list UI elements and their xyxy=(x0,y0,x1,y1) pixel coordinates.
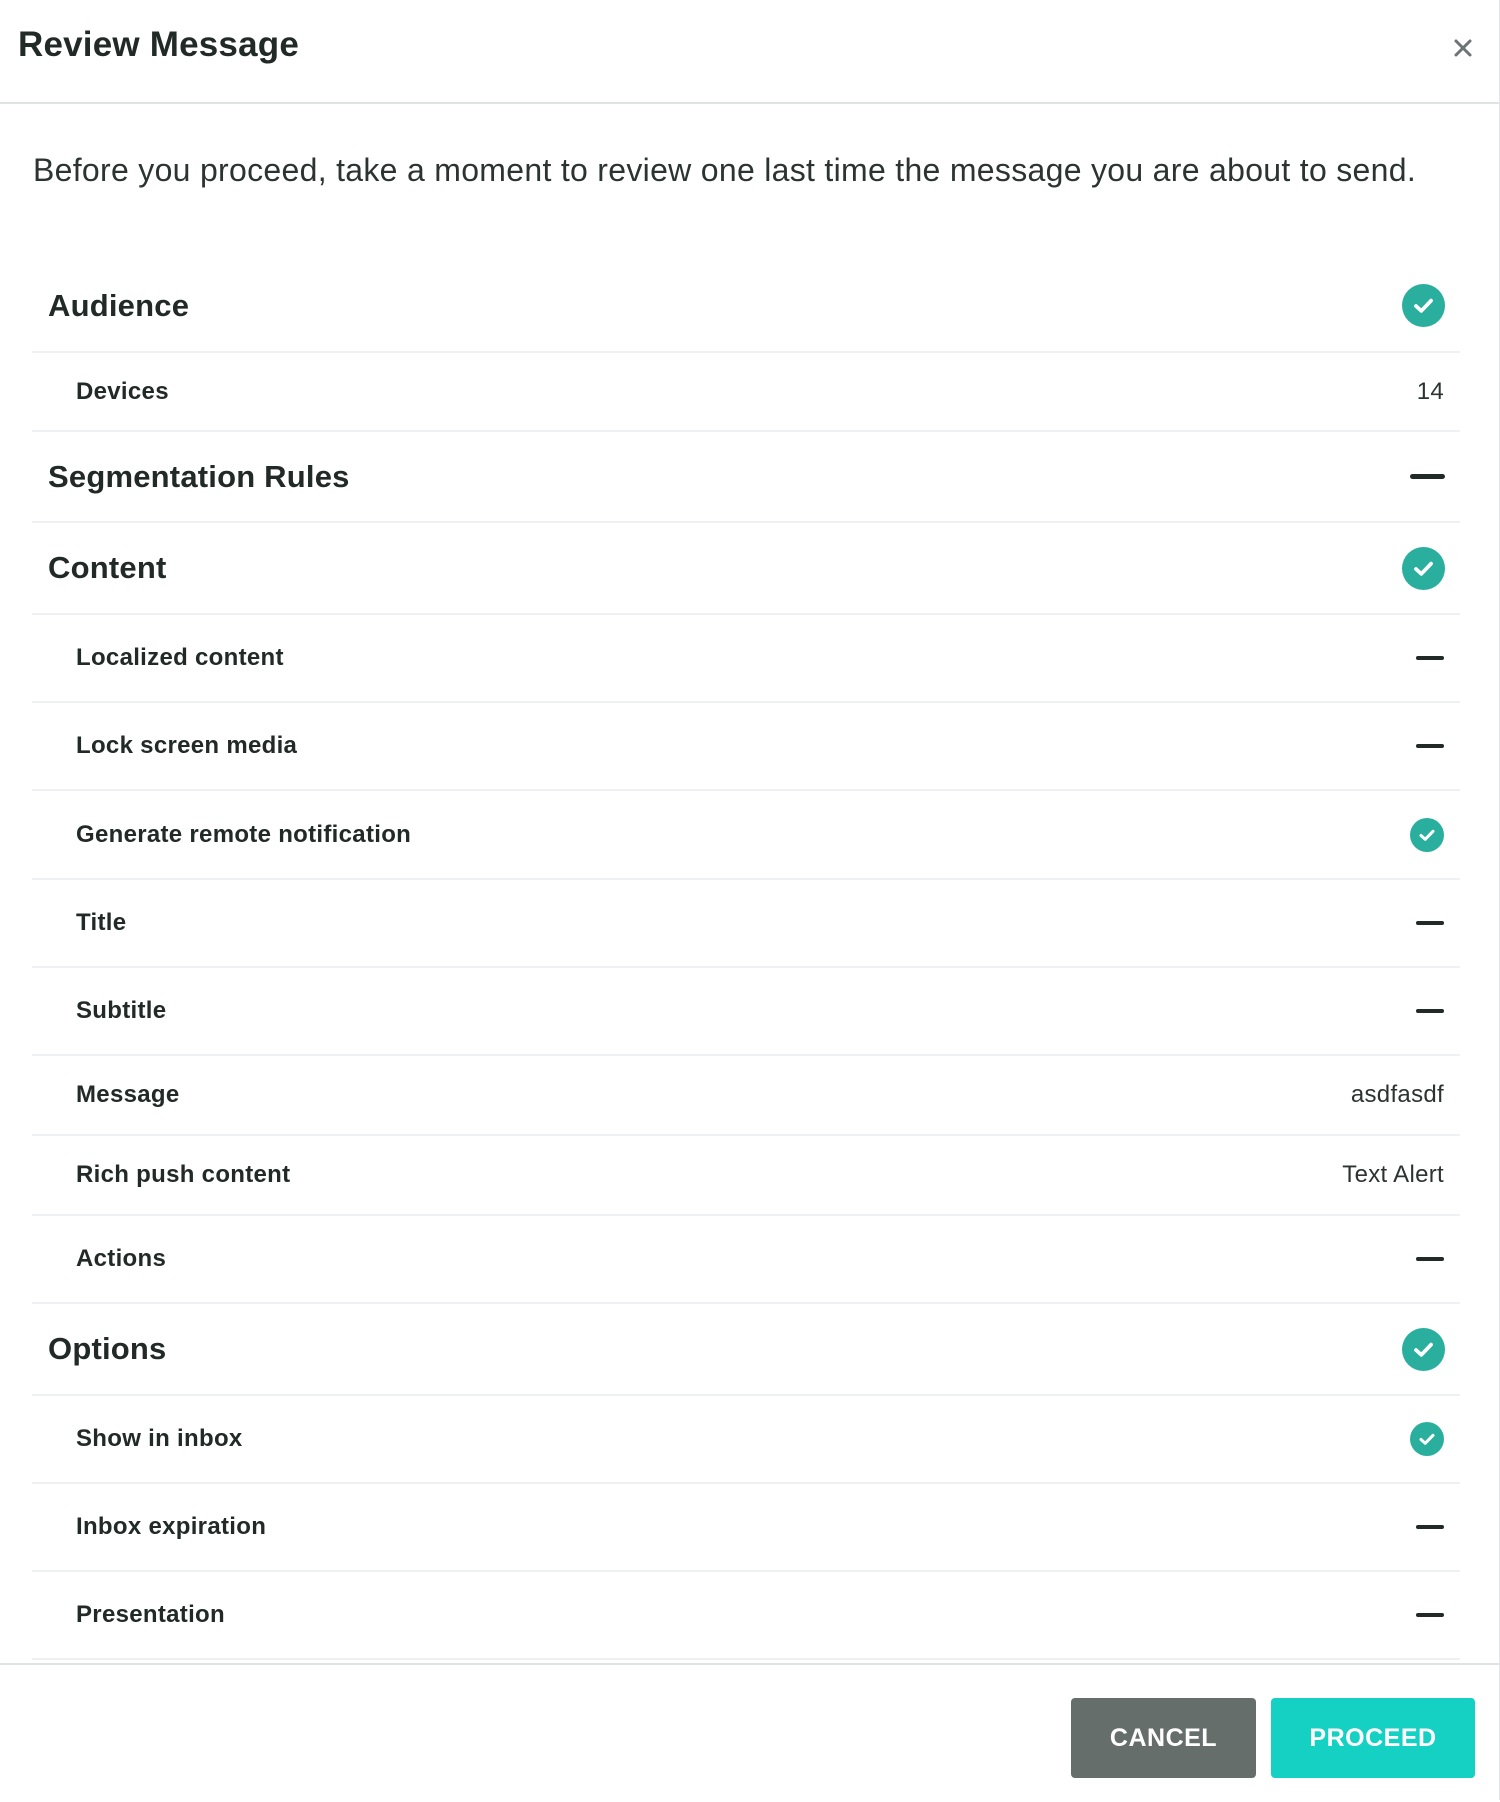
dash-icon xyxy=(1416,1613,1444,1617)
row-label: Localized content xyxy=(76,644,284,671)
dash-icon xyxy=(1416,1257,1444,1261)
row-label: Actions xyxy=(76,1245,167,1272)
close-button[interactable] xyxy=(1448,33,1478,63)
row-label: Lock screen media xyxy=(76,732,298,759)
row-label: Devices xyxy=(76,377,169,405)
proceed-button[interactable]: PROCEED xyxy=(1271,1698,1475,1778)
row-title: Title xyxy=(32,880,1460,968)
row-presentation: Presentation xyxy=(32,1572,1460,1660)
section-label: Segmentation Rules xyxy=(48,458,350,494)
row-label: Title xyxy=(76,909,127,936)
row-label: Rich push content xyxy=(76,1161,291,1188)
row-show-in-inbox: Show in inbox xyxy=(32,1396,1460,1484)
row-lock-screen-media: Lock screen media xyxy=(32,703,1460,791)
devices-count: 14 xyxy=(1416,377,1444,405)
row-rich-push-content: Rich push content Text Alert xyxy=(32,1136,1460,1216)
review-list: Audience Devices 14 Segmentation Rules C… xyxy=(32,260,1460,1660)
section-audience: Audience xyxy=(32,260,1460,353)
dash-icon xyxy=(1416,921,1444,925)
section-label: Options xyxy=(48,1331,167,1366)
row-label: Message xyxy=(76,1081,180,1108)
section-options: Options xyxy=(32,1304,1460,1396)
message-value: asdfasdf xyxy=(1350,1081,1444,1108)
dialog-footer: CANCEL PROCEED xyxy=(0,1663,1499,1802)
check-icon xyxy=(1402,1327,1445,1371)
row-inbox-expiration: Inbox expiration xyxy=(32,1484,1460,1572)
dash-icon xyxy=(1410,474,1445,479)
row-devices: Devices 14 xyxy=(32,353,1460,432)
cancel-button[interactable]: CANCEL xyxy=(1071,1698,1256,1778)
row-message: Message asdfasdf xyxy=(32,1056,1460,1136)
dash-icon xyxy=(1416,656,1444,660)
dash-icon xyxy=(1416,1009,1444,1013)
row-generate-remote-notification: Generate remote notification xyxy=(32,791,1460,880)
section-label: Audience xyxy=(48,287,190,323)
check-icon xyxy=(1402,546,1445,590)
check-icon xyxy=(1410,817,1444,852)
row-label: Subtitle xyxy=(76,997,167,1024)
intro-text: Before you proceed, take a moment to rev… xyxy=(33,152,1417,188)
dash-icon xyxy=(1416,744,1444,748)
check-icon xyxy=(1402,284,1445,327)
check-icon xyxy=(1410,1422,1444,1456)
row-label: Presentation xyxy=(76,1601,225,1628)
review-message-dialog: Review Message Before you proceed, take … xyxy=(0,0,1500,1800)
close-icon xyxy=(1454,39,1472,57)
section-segmentation-rules: Segmentation Rules xyxy=(32,432,1460,523)
section-content: Content xyxy=(32,523,1460,615)
dash-icon xyxy=(1416,1525,1444,1529)
row-actions: Actions xyxy=(32,1216,1460,1304)
row-subtitle: Subtitle xyxy=(32,968,1460,1056)
row-label: Generate remote notification xyxy=(76,820,412,848)
row-localized-content: Localized content xyxy=(32,615,1460,703)
row-label: Inbox expiration xyxy=(76,1513,267,1540)
row-label: Show in inbox xyxy=(76,1425,243,1452)
dialog-title: Review Message xyxy=(18,25,300,64)
rich-push-value: Text Alert xyxy=(1342,1161,1444,1188)
dialog-header: Review Message xyxy=(0,0,1499,104)
section-label: Content xyxy=(48,550,167,585)
